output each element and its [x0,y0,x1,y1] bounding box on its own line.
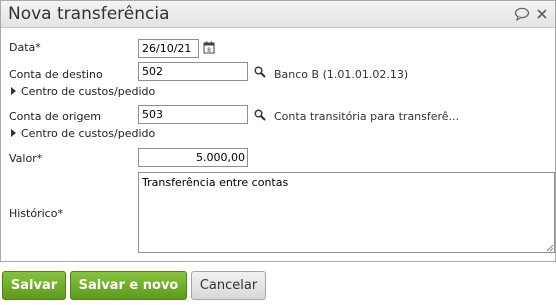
dialog-titlebar: Nova transferência [1,1,555,28]
expand-caret-icon[interactable] [11,87,16,95]
search-icon[interactable] [254,66,266,81]
calendar-icon[interactable]: 8 [203,41,215,57]
conta-destino-label: Conta de destino [9,68,103,81]
transfer-dialog: Nova transferência Data* 8 Conta de dest… [0,0,556,262]
resize-grip-icon[interactable] [545,242,554,255]
centro-custos-toggle-destino[interactable]: Centro de custos/pedido [21,85,155,98]
expand-caret-icon[interactable] [11,129,16,137]
conta-origem-description: Conta transitória para transferê... [274,110,460,123]
search-icon[interactable] [254,109,266,124]
cancelar-button[interactable]: Cancelar [191,271,266,300]
historico-label: Histórico* [9,207,63,220]
conta-origem-label: Conta de origem [9,110,101,123]
conta-destino-description: Banco B (1.01.01.02.13) [274,68,409,81]
historico-textarea[interactable]: Transferência entre contas [138,172,555,253]
conta-origem-input[interactable] [138,105,248,124]
salvar-e-novo-button[interactable]: Salvar e novo [70,271,187,300]
valor-input[interactable] [138,148,248,167]
data-label: Data* [9,41,41,54]
svg-text:8: 8 [207,47,211,54]
conta-destino-input[interactable] [138,62,248,81]
date-input[interactable] [138,39,199,58]
chat-bubble-icon[interactable] [514,6,530,22]
dialog-title: Nova transferência [8,4,170,24]
close-icon[interactable] [534,6,550,22]
centro-custos-toggle-origem[interactable]: Centro de custos/pedido [21,127,155,140]
valor-label: Valor* [9,152,43,165]
salvar-button[interactable]: Salvar [2,271,66,300]
